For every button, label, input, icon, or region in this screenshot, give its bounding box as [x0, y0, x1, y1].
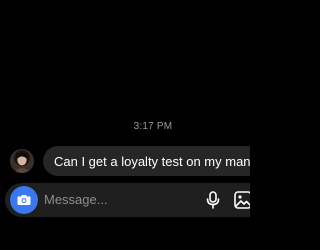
- camera-icon: [17, 195, 31, 205]
- gallery-icon: [234, 191, 250, 209]
- message-timestamp: 3:17 PM: [133, 121, 173, 132]
- incoming-message-row: Can I get a loyalty test on my man?: [10, 146, 250, 176]
- microphone-button[interactable]: [206, 191, 220, 209]
- message-text: Can I get a loyalty test on my man?: [54, 153, 250, 169]
- message-composer: Message...: [5, 183, 250, 217]
- message-bubble[interactable]: Can I get a loyalty test on my man?: [43, 146, 250, 176]
- profile-photo-avatar: [10, 149, 34, 173]
- message-input[interactable]: Message...: [44, 183, 194, 217]
- chat-screen: 3:17 PM Can I get a loyalty test on my m…: [0, 0, 250, 250]
- gallery-button[interactable]: [234, 191, 250, 209]
- sender-avatar[interactable]: [10, 149, 34, 173]
- microphone-icon: [206, 191, 220, 209]
- camera-button[interactable]: [10, 186, 38, 214]
